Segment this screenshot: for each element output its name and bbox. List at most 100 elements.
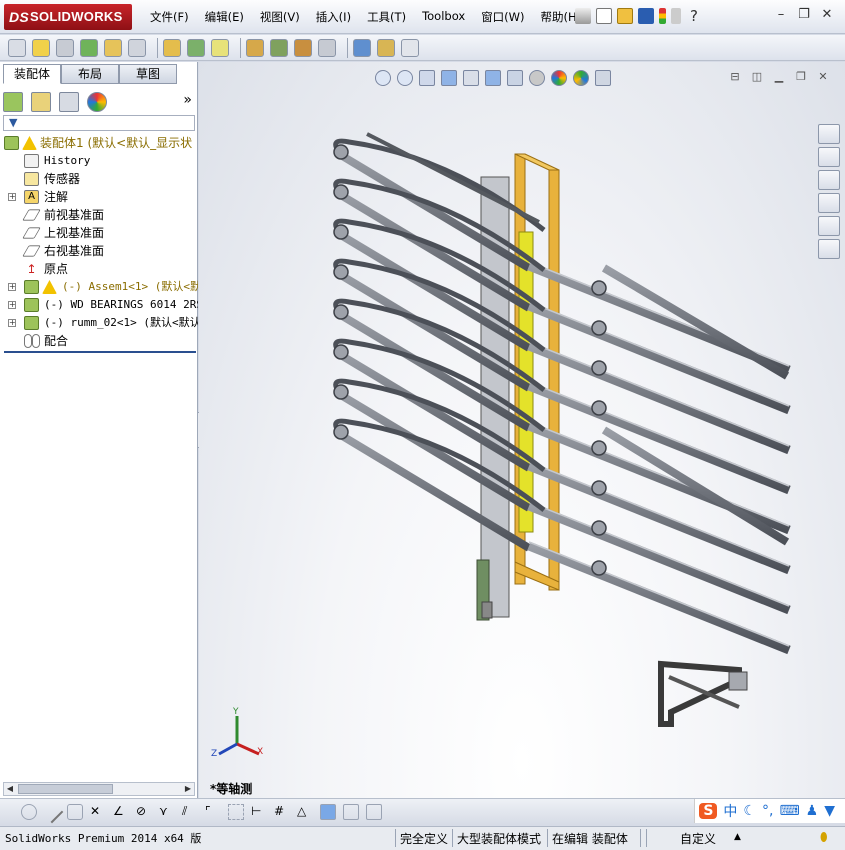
appearances-icon[interactable] [818,216,840,236]
solidworks-resources-icon[interactable] [818,124,840,144]
tab-assembly[interactable]: 装配体 [3,64,62,84]
relation-icon[interactable]: △ [297,804,313,820]
panel-horizontal-scrollbar[interactable]: ◀ ▶ [3,782,195,796]
pin-icon[interactable] [575,8,591,24]
ime-lang-toggle[interactable]: 中 [723,801,737,821]
restore-icon[interactable]: ❐ [794,6,814,24]
zoom-to-fit-icon[interactable] [375,70,391,86]
skin-icon[interactable]: ▼ [824,803,835,819]
design-library-icon[interactable] [818,147,840,167]
moon-icon[interactable]: ☾ [743,803,756,819]
tree-item-front-plane[interactable]: 前视基准面 [2,206,198,224]
split-horizontal-icon[interactable]: ⊟ [727,70,743,84]
tab-layout[interactable]: 布局 [61,64,120,84]
menu-insert[interactable]: 插入(I) [316,9,351,25]
angle-icon[interactable]: ∠ [113,804,129,820]
tree-item-assem1[interactable]: + (-) Assem1<1> (默认<默认 [2,278,198,296]
tree-item-bearings[interactable]: + (-) WD BEARINGS 6014 2RS<1 [2,296,198,314]
bill-of-materials-icon[interactable] [270,38,288,57]
exploded-view-icon[interactable] [294,38,312,57]
show-hidden-icon[interactable] [163,38,181,57]
point-icon[interactable] [8,804,14,820]
feature-manager-icon[interactable] [3,92,23,112]
corner-icon[interactable]: ⌜ [205,804,221,820]
units-up-icon[interactable]: ▲ [734,832,741,842]
interference-detection-icon[interactable] [353,38,371,57]
shaded-view-icon[interactable] [320,803,336,820]
close-icon[interactable]: ✕ [817,6,837,24]
display-style-icon[interactable] [507,70,523,86]
circle-icon[interactable] [21,803,37,820]
sogou-logo-icon[interactable]: S [699,803,718,819]
clearance-verification-icon[interactable] [377,38,395,57]
keyboard-icon[interactable]: ⌨ [779,803,799,819]
menu-window[interactable]: 窗口(W) [481,9,524,25]
tree-root[interactable]: 装配体1 (默认<默认_显示状 [2,134,198,152]
linear-pattern-icon[interactable] [80,38,98,57]
window-tile-icon[interactable] [343,803,359,820]
punctuation-icon[interactable]: °, [762,803,773,819]
user-icon[interactable]: ♟ [806,803,819,819]
viewport-restore-icon[interactable]: ❐ [793,70,809,84]
tag-icon[interactable]: ⬮ [820,830,828,845]
tab-sketch[interactable]: 草图 [119,64,178,84]
tree-filter[interactable]: ▼ [3,115,195,131]
filter-icon[interactable]: ▼ [9,116,17,129]
property-manager-icon[interactable] [31,92,51,112]
smart-fasteners-icon[interactable] [104,38,122,57]
tree-item-annotations[interactable]: + A 注解 [2,188,198,206]
options-icon[interactable] [671,8,681,24]
move-component-icon[interactable] [128,38,146,57]
hatch-icon[interactable]: ⫽ [182,804,198,820]
viewport-minimize-icon[interactable]: ▁ [771,70,787,84]
status-units[interactable]: 自定义 [680,830,716,847]
previous-view-icon[interactable] [419,70,435,86]
solidworks-logo[interactable]: DS SOLIDWORKS [4,4,132,30]
grid-icon[interactable]: # [274,804,290,820]
view-settings-icon[interactable] [595,70,611,86]
view-orientation-icon[interactable] [485,70,501,86]
expand-toggle[interactable]: + [8,283,16,291]
edit-component-icon[interactable] [8,38,26,57]
configuration-manager-icon[interactable] [59,92,79,112]
menu-file[interactable]: 文件(F) [150,9,189,25]
expand-toggle[interactable]: + [8,301,16,309]
menu-edit[interactable]: 编辑(E) [205,9,244,25]
tree-item-rumm02[interactable]: + (-) rumm_02<1> (默认<默认_ [2,314,198,332]
viewport-close-icon[interactable]: ✕ [815,70,831,84]
mate-icon[interactable] [56,38,74,57]
zoom-to-area-icon[interactable] [397,70,413,86]
dynamic-annotation-icon[interactable] [463,70,479,86]
menu-tools[interactable]: 工具(T) [367,9,406,25]
expand-panel-icon[interactable]: » [183,92,192,108]
tree-item-sensors[interactable]: 传感器 [2,170,198,188]
assembly-features-icon[interactable] [187,38,205,57]
apply-scene-icon[interactable] [573,70,589,86]
edit-appearance-icon[interactable] [551,70,567,86]
rebuild-traffic-light-icon[interactable] [659,8,666,24]
tree-item-mates[interactable]: 配合 [2,332,198,350]
custom-properties-icon[interactable] [818,239,840,259]
section-view-icon[interactable] [441,70,457,86]
expand-toggle[interactable]: + [8,193,16,201]
new-motion-study-icon[interactable] [246,38,264,57]
hole-alignment-icon[interactable] [401,38,419,57]
expand-toggle[interactable]: + [8,319,16,327]
tree-item-origin[interactable]: ↥ 原点 [2,260,198,278]
view-palette-icon[interactable] [818,193,840,213]
new-document-icon[interactable] [596,8,612,24]
dimension-icon[interactable]: ⊢ [251,804,267,820]
tree-item-right-plane[interactable]: 右视基准面 [2,242,198,260]
split-vertical-icon[interactable]: ◫ [749,70,765,84]
help-icon[interactable]: ? [686,8,702,24]
save-icon[interactable] [638,8,654,24]
table-icon[interactable] [366,803,382,820]
menu-toolbox[interactable]: Toolbox [422,9,465,25]
scroll-left-icon[interactable]: ◀ [4,783,16,795]
offset-icon[interactable]: ⋎ [159,804,175,820]
open-folder-icon[interactable] [617,8,633,24]
fillet-icon[interactable]: ⊘ [136,804,152,820]
explode-line-sketch-icon[interactable] [318,38,336,57]
tree-item-top-plane[interactable]: 上视基准面 [2,224,198,242]
menu-view[interactable]: 视图(V) [260,9,300,25]
